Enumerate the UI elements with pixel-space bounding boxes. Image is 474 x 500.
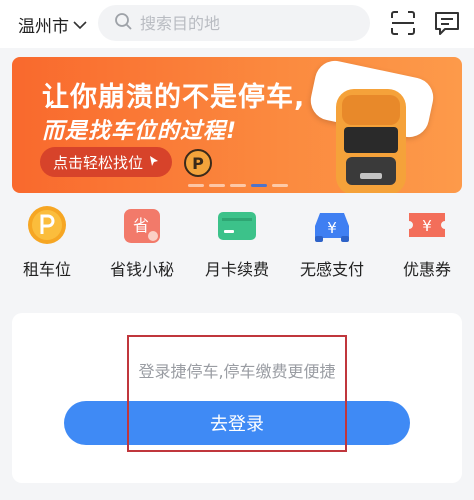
banner-subheadline: 而是找车位的过程! [42,119,238,144]
svg-text:¥: ¥ [327,219,337,237]
scan-icon[interactable] [389,9,417,37]
quick-entry-car-pay[interactable]: ¥ 无感支付 [288,204,376,280]
carousel-indicator [188,184,288,187]
banner-headline: 让你崩溃的不是停车, [42,82,306,113]
find-parking-button[interactable]: 点击轻松找位 [40,147,172,177]
svg-text:¥: ¥ [422,217,432,235]
parking-badge: P [184,149,212,177]
quick-entry-monthly-card[interactable]: 月卡续费 [193,204,281,280]
quick-entry-save-money[interactable]: 省 省钱小秘 [98,204,186,280]
login-button[interactable]: 去登录 [64,401,410,445]
carousel-dot[interactable] [272,184,288,187]
parking-coin-icon [28,206,66,244]
quick-entry-coupon[interactable]: ¥ 优惠券 [383,204,471,280]
quick-entry-rent-space[interactable]: 租车位 [3,204,91,280]
city-selector[interactable]: 温州市 [18,12,87,37]
quick-entry-label: 无感支付 [299,260,364,279]
save-money-icon: 省 [124,209,160,243]
login-tip: 登录捷停车,停车缴费更便捷 [138,362,336,381]
search-input[interactable] [140,13,360,33]
top-bar: 温州市 [0,0,474,48]
city-label: 温州市 [18,17,69,37]
carousel-dot-active[interactable] [251,184,267,187]
search-bar[interactable] [98,5,370,41]
quick-entry-label: 月卡续费 [204,260,269,279]
search-icon [114,12,132,34]
login-card: 登录捷停车,停车缴费更便捷 去登录 [12,313,462,483]
quick-entry-label: 优惠券 [402,260,451,279]
quick-entry-label: 省钱小秘 [109,260,174,279]
promo-banner[interactable]: 让你崩溃的不是停车, 而是找车位的过程! 点击轻松找位 P [12,57,462,193]
carousel-dot[interactable] [230,184,246,187]
car-illustration [336,89,406,193]
find-parking-label: 点击轻松找位 [52,153,143,172]
coupon-icon: ¥ [409,213,445,237]
cursor-icon [149,153,159,171]
carousel-dot[interactable] [209,184,225,187]
svg-text:省: 省 [133,216,149,235]
quick-entry-label: 租车位 [22,260,71,279]
car-pay-icon: ¥ [315,213,349,242]
chevron-down-icon [73,15,87,35]
carousel-dot[interactable] [188,184,204,187]
quick-entry-grid: 租车位 省 省钱小秘 月卡续费 ¥ 无感支付 ¥ 优惠券 [0,204,474,294]
message-icon[interactable] [433,9,461,37]
monthly-card-icon [218,212,256,240]
